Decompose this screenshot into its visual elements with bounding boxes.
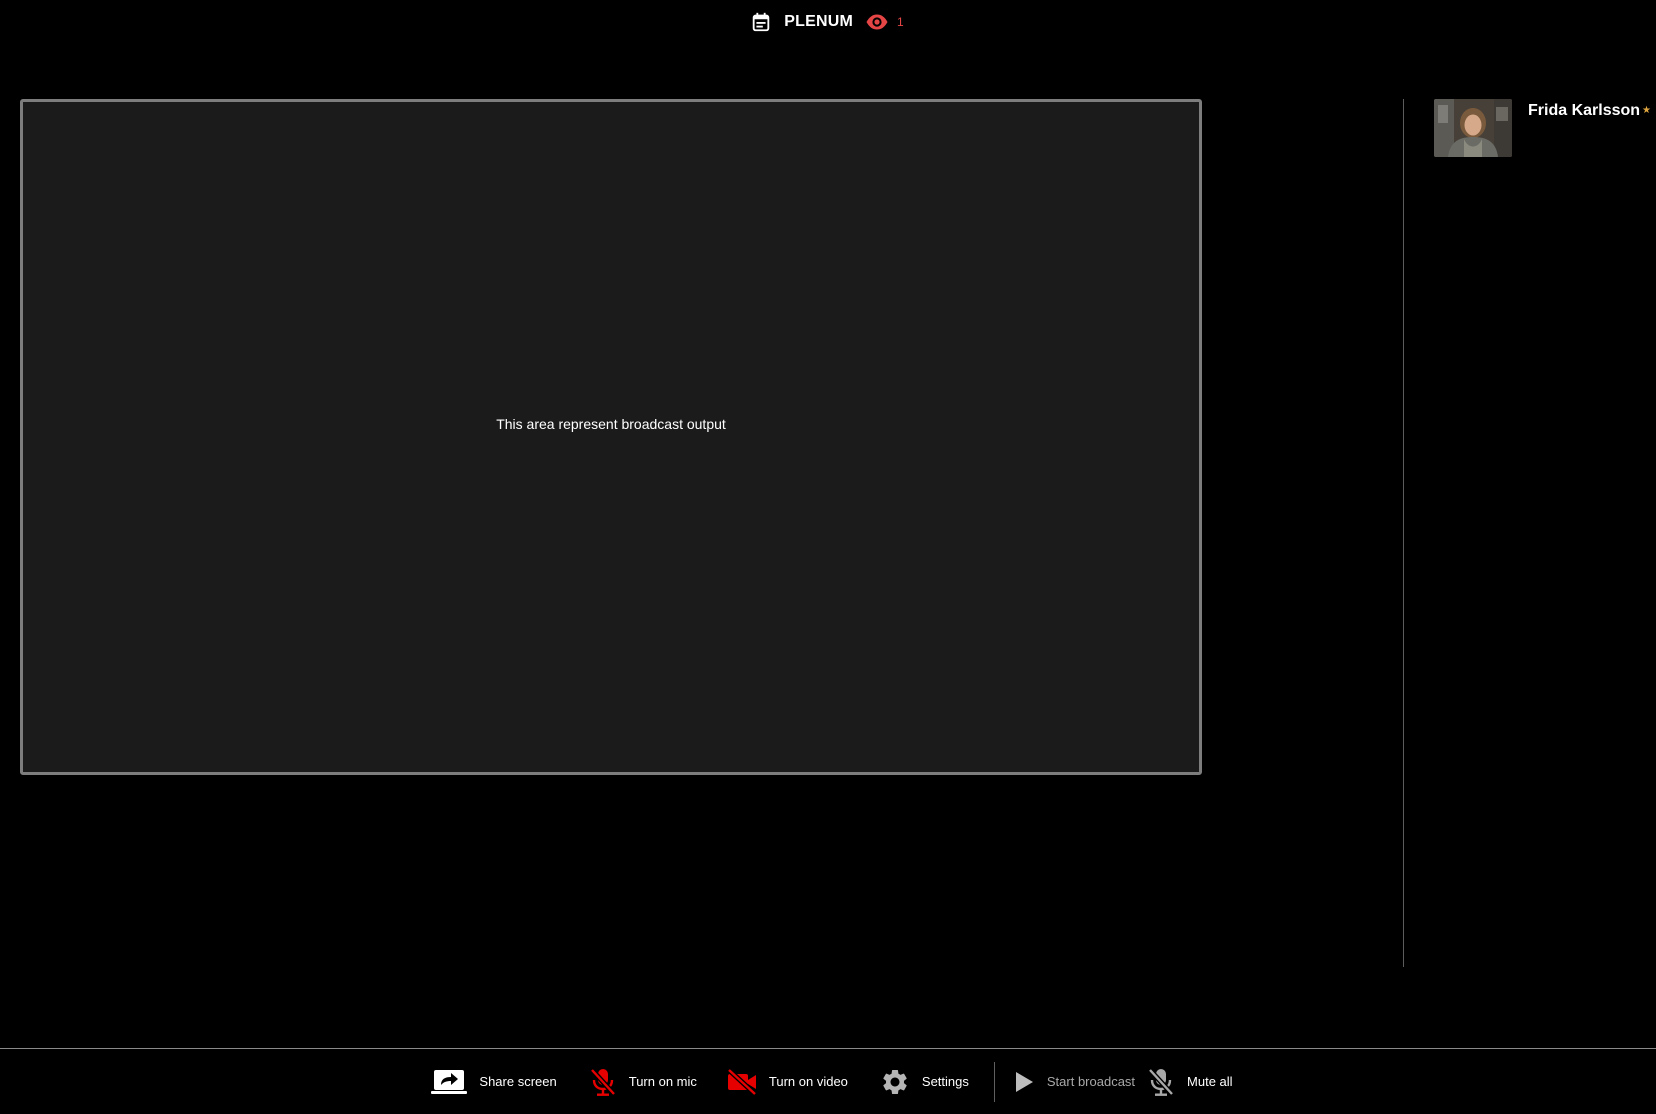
- play-icon: [1015, 1071, 1033, 1092]
- calendar-icon[interactable]: [750, 11, 772, 33]
- participant-name-text: Frida Karlsson: [1528, 102, 1641, 119]
- participant-name: Frida Karlsson ★: [1528, 102, 1651, 120]
- broadcast-studio: PLENUM 1 This area represent broadcast o…: [0, 0, 1656, 1114]
- gear-icon: [883, 1069, 907, 1094]
- settings-label: Settings: [921, 1074, 969, 1089]
- broadcast-placeholder-text: This area represent broadcast output: [496, 416, 726, 432]
- share-screen-button[interactable]: Share screen: [431, 1068, 557, 1096]
- turn-on-mic-button[interactable]: Turn on mic: [589, 1067, 697, 1097]
- room-title: PLENUM: [784, 13, 854, 30]
- viewer-count: 1: [897, 15, 904, 29]
- settings-button[interactable]: Settings: [880, 1067, 969, 1097]
- start-broadcast-label: Start broadcast: [1046, 1074, 1136, 1089]
- turn-on-video-label: Turn on video: [768, 1074, 848, 1089]
- control-toolbar: Share screen Turn on mic Turn on video S…: [0, 1049, 1656, 1114]
- toolbar-separator: [993, 1061, 995, 1102]
- person-thumbnail-icon: [1434, 99, 1512, 157]
- participant-video-thumbnail[interactable]: [1434, 99, 1512, 157]
- sidebar-divider: [1403, 99, 1404, 967]
- participant-list: Frida Karlsson ★: [1434, 99, 1651, 157]
- broadcast-output-area: This area represent broadcast output: [20, 99, 1202, 775]
- turn-on-mic-label: Turn on mic: [628, 1074, 697, 1089]
- mic-off-icon: [589, 1067, 616, 1096]
- eye-icon: [866, 14, 888, 30]
- room-header: PLENUM 1: [0, 9, 1656, 35]
- start-broadcast-button[interactable]: Start broadcast: [1013, 1070, 1135, 1094]
- participant-item[interactable]: Frida Karlsson ★: [1434, 99, 1651, 157]
- turn-on-video-button[interactable]: Turn on video: [727, 1068, 848, 1095]
- mute-all-mic-off-icon: [1148, 1067, 1174, 1096]
- share-screen-label: Share screen: [479, 1074, 557, 1089]
- mute-all-label: Mute all: [1187, 1074, 1233, 1089]
- host-star-icon: ★: [1642, 105, 1651, 116]
- mute-all-button[interactable]: Mute all: [1147, 1067, 1233, 1097]
- video-off-icon: [727, 1068, 757, 1095]
- share-screen-icon: [431, 1069, 468, 1094]
